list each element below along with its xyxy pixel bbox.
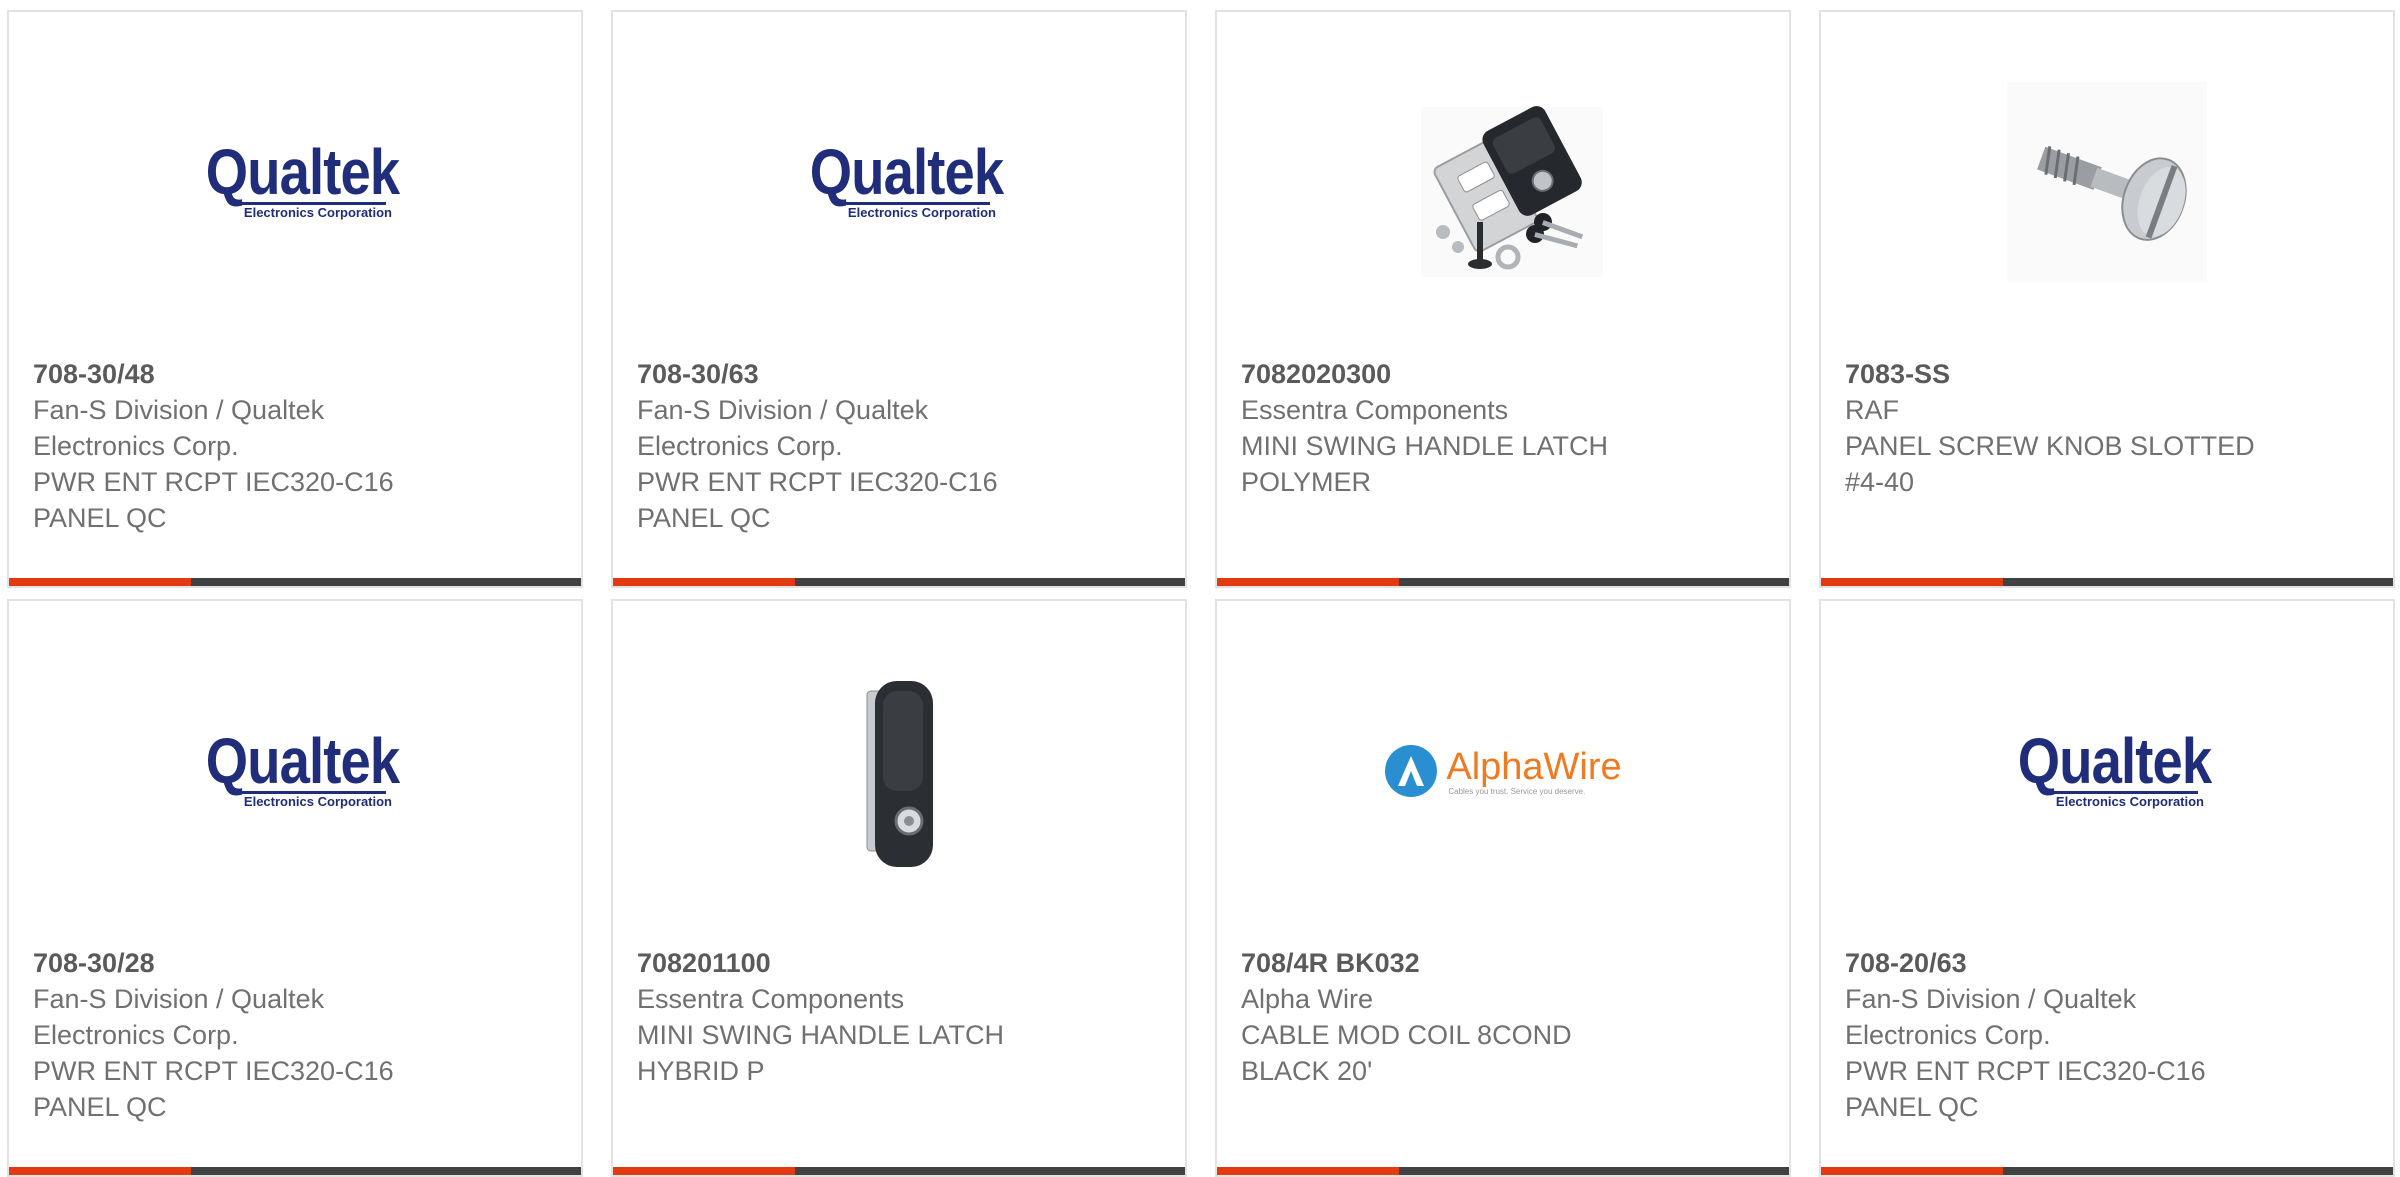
manufacturer-name: Essentra Components — [637, 984, 905, 1014]
product-description: PWR ENT RCPT IEC320-C16 PANEL QC — [637, 467, 998, 533]
product-description: PWR ENT RCPT IEC320-C16 PANEL QC — [33, 1056, 394, 1122]
manufacturer-name: Fan-S Division / Qualtek Electronics Cor… — [637, 395, 929, 461]
part-number-link[interactable]: 708/4R BK032 — [1241, 945, 1769, 981]
product-card[interactable]: Qualtek Electronics Corporation 708-30/2… — [7, 599, 583, 1177]
product-card[interactable]: Qualtek Electronics Corporation 708-30/4… — [7, 10, 583, 588]
alphawire-mark-icon — [1385, 745, 1438, 797]
product-description: MINI SWING HANDLE LATCH HYBRID P — [637, 1020, 1005, 1086]
product-image[interactable]: Qualtek Electronics Corporation — [1821, 601, 2393, 941]
card-bottom-bar — [1821, 1167, 2393, 1175]
manufacturer-name: Fan-S Division / Qualtek Electronics Cor… — [33, 395, 325, 461]
card-bottom-bar — [613, 1167, 1185, 1175]
qualtek-logo: Qualtek Electronics Corporation — [2017, 724, 2212, 809]
product-image[interactable] — [1821, 12, 2393, 352]
product-description: PWR ENT RCPT IEC320-C16 PANEL QC — [1845, 1056, 2206, 1122]
manufacturer-name: Alpha Wire — [1241, 984, 1374, 1014]
part-number-link[interactable]: 708201100 — [637, 945, 1165, 981]
swing-handle-latch-kit-icon — [1421, 106, 1603, 277]
part-number-link[interactable]: 7083-SS — [1845, 356, 2373, 392]
part-number-link[interactable]: 708-20/63 — [1845, 945, 2373, 981]
product-image[interactable]: Qualtek Electronics Corporation — [9, 601, 581, 941]
product-card[interactable]: 708201100 Essentra Components MINI SWING… — [611, 599, 1187, 1177]
card-bottom-bar — [9, 578, 581, 586]
product-card[interactable]: 7083-SS RAF PANEL SCREW KNOB SLOTTED #4-… — [1819, 10, 2395, 588]
swing-handle-latch-icon — [866, 681, 933, 867]
part-number-link[interactable]: 7082020300 — [1241, 356, 1769, 392]
qualtek-logo: Qualtek Electronics Corporation — [809, 135, 1004, 220]
manufacturer-name: RAF — [1845, 395, 1899, 425]
qualtek-logo: Qualtek Electronics Corporation — [205, 135, 400, 220]
card-bottom-bar — [1821, 578, 2393, 586]
panel-screw-knob-icon — [2007, 82, 2207, 282]
card-bottom-bar — [1217, 1167, 1789, 1175]
part-number-link[interactable]: 708-30/28 — [33, 945, 561, 981]
part-number-link[interactable]: 708-30/48 — [33, 356, 561, 392]
product-card[interactable]: 7082020300 Essentra Components MINI SWIN… — [1215, 10, 1791, 588]
product-description: MINI SWING HANDLE LATCH POLYMER — [1241, 431, 1609, 497]
product-description: CABLE MOD COIL 8COND BLACK 20' — [1241, 1020, 1572, 1086]
product-description: PANEL SCREW KNOB SLOTTED #4-40 — [1845, 431, 2255, 497]
card-bottom-bar — [1217, 578, 1789, 586]
product-card[interactable]: Qualtek Electronics Corporation 708-20/6… — [1819, 599, 2395, 1177]
alphawire-logo: AlphaWire Cables you trust. Service you … — [1384, 744, 1622, 798]
qualtek-logo: Qualtek Electronics Corporation — [205, 724, 400, 809]
product-image[interactable] — [613, 601, 1185, 941]
product-image[interactable]: Qualtek Electronics Corporation — [613, 12, 1185, 352]
product-card[interactable]: Qualtek Electronics Corporation 708-30/6… — [611, 10, 1187, 588]
card-bottom-bar — [613, 578, 1185, 586]
product-image[interactable]: Qualtek Electronics Corporation — [9, 12, 581, 352]
product-grid: Qualtek Electronics Corporation 708-30/4… — [0, 0, 2400, 1177]
product-image[interactable]: AlphaWire Cables you trust. Service you … — [1217, 601, 1789, 941]
part-number-link[interactable]: 708-30/63 — [637, 356, 1165, 392]
manufacturer-name: Essentra Components — [1241, 395, 1509, 425]
manufacturer-name: Fan-S Division / Qualtek Electronics Cor… — [1845, 984, 2137, 1050]
product-description: PWR ENT RCPT IEC320-C16 PANEL QC — [33, 467, 394, 533]
card-bottom-bar — [9, 1167, 581, 1175]
product-card[interactable]: AlphaWire Cables you trust. Service you … — [1215, 599, 1791, 1177]
product-image[interactable] — [1217, 12, 1789, 352]
manufacturer-name: Fan-S Division / Qualtek Electronics Cor… — [33, 984, 325, 1050]
